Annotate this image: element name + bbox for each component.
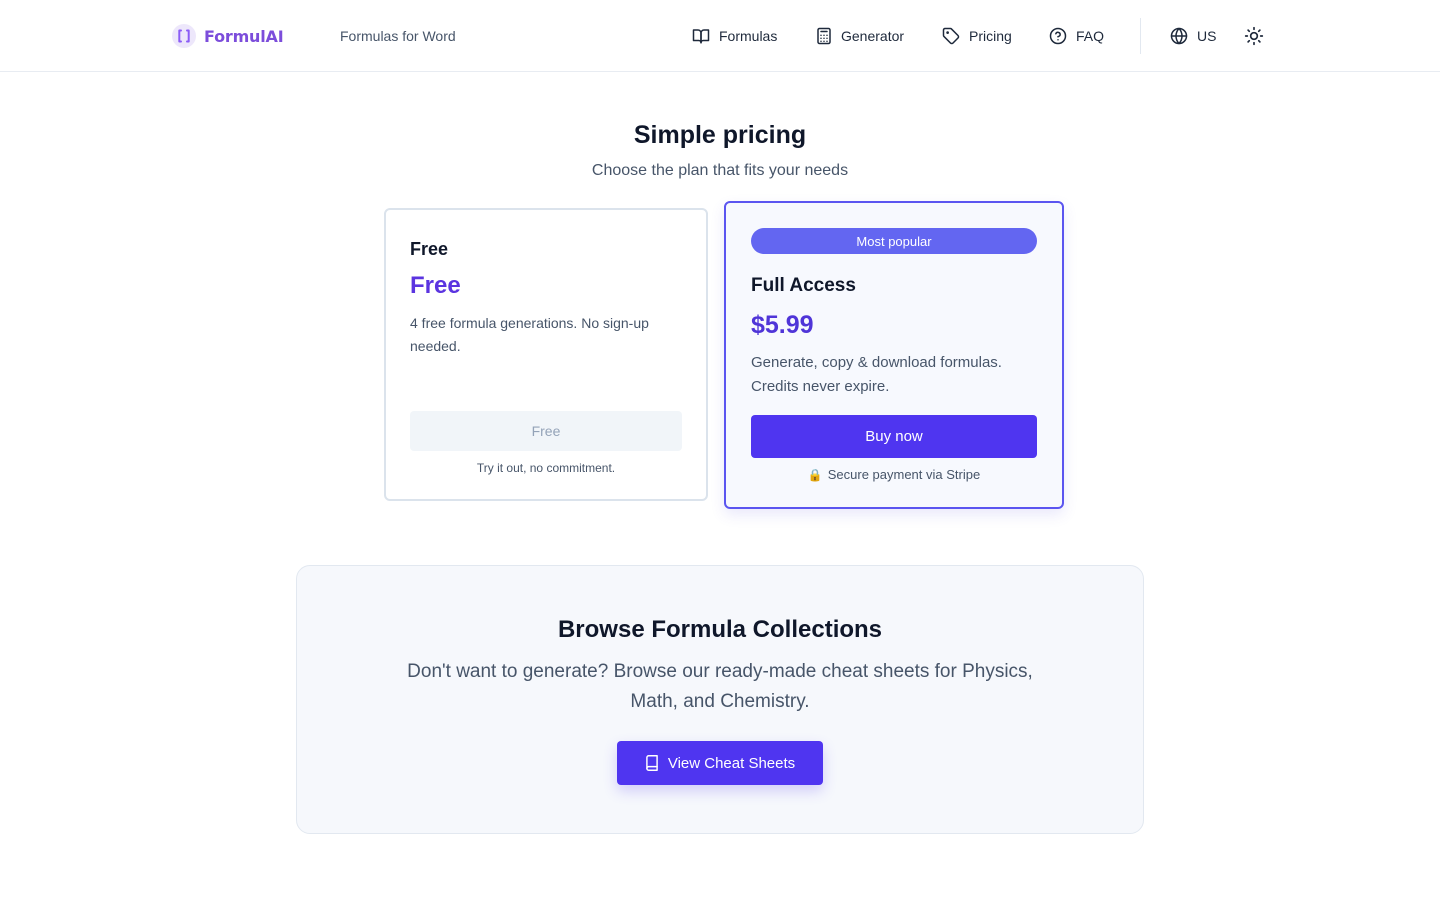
nav-pricing-label: Pricing	[969, 28, 1012, 44]
collections-title: Browse Formula Collections	[557, 616, 883, 643]
book-icon	[646, 755, 658, 771]
bracket-logo-icon	[172, 24, 196, 48]
most-popular-badge: Most popular	[751, 228, 1037, 254]
view-cheat-sheets-label: View Cheat Sheets	[667, 754, 796, 772]
plan-card-free: Free Free 4 free formula generations. No…	[384, 208, 708, 501]
formula-collections-section: Browse Formula Collections Don't want to…	[296, 565, 1144, 834]
pricing-subtitle: Choose the plan that fits your needs	[591, 162, 849, 179]
nav-pricing[interactable]: Pricing	[942, 25, 1012, 47]
nav-formulas-label: Formulas	[719, 28, 778, 44]
calculator-icon	[817, 27, 831, 45]
lock-icon: 🔒	[807, 467, 823, 482]
top-navbar: FormulAI Formulas for Word Formulas Gene…	[0, 0, 1440, 72]
globe-icon	[1170, 27, 1188, 45]
locale-selector[interactable]: US	[1170, 25, 1216, 47]
secure-payment-note: 🔒 Secure payment via Stripe	[726, 467, 1062, 482]
plan-name: Free	[410, 239, 449, 259]
buy-now-button[interactable]: Buy now	[751, 415, 1037, 458]
view-cheat-sheets-button[interactable]: View Cheat Sheets	[617, 741, 823, 785]
nav-faq[interactable]: FAQ	[1049, 25, 1104, 47]
tagline: Formulas for Word	[340, 28, 456, 44]
plan-description: 4 free formula generations. No sign-up n…	[410, 315, 649, 354]
nav-generator-label: Generator	[841, 28, 905, 44]
logo-text: FormulAI	[204, 26, 284, 46]
theme-toggle-button[interactable]	[1243, 25, 1265, 47]
collections-description: Don't want to generate? Browse our ready…	[407, 661, 1033, 712]
book-open-icon	[692, 29, 710, 44]
plan-description: Generate, copy & download formulas. Cred…	[751, 354, 1002, 395]
plan-note: Try it out, no commitment.	[476, 461, 616, 475]
locale-label: US	[1197, 28, 1217, 44]
plan-price: Free	[410, 272, 461, 299]
nav-formulas[interactable]: Formulas	[692, 25, 777, 47]
help-circle-icon	[1049, 27, 1067, 45]
nav-generator[interactable]: Generator	[816, 25, 904, 47]
nav-faq-label: FAQ	[1076, 28, 1105, 44]
pricing-title: Simple pricing	[633, 121, 807, 149]
sun-icon	[1244, 26, 1264, 46]
tag-icon	[942, 27, 960, 45]
logo[interactable]: FormulAI	[172, 24, 284, 48]
nav-divider	[1140, 18, 1141, 54]
secure-payment-text: Secure payment via Stripe	[827, 467, 981, 482]
plan-card-full-access: Most popular Full Access $5.99 Generate,…	[724, 201, 1064, 509]
plan-name: Full Access	[751, 275, 856, 296]
free-plan-button[interactable]: Free	[410, 411, 682, 451]
plan-price: $5.99	[751, 311, 814, 339]
